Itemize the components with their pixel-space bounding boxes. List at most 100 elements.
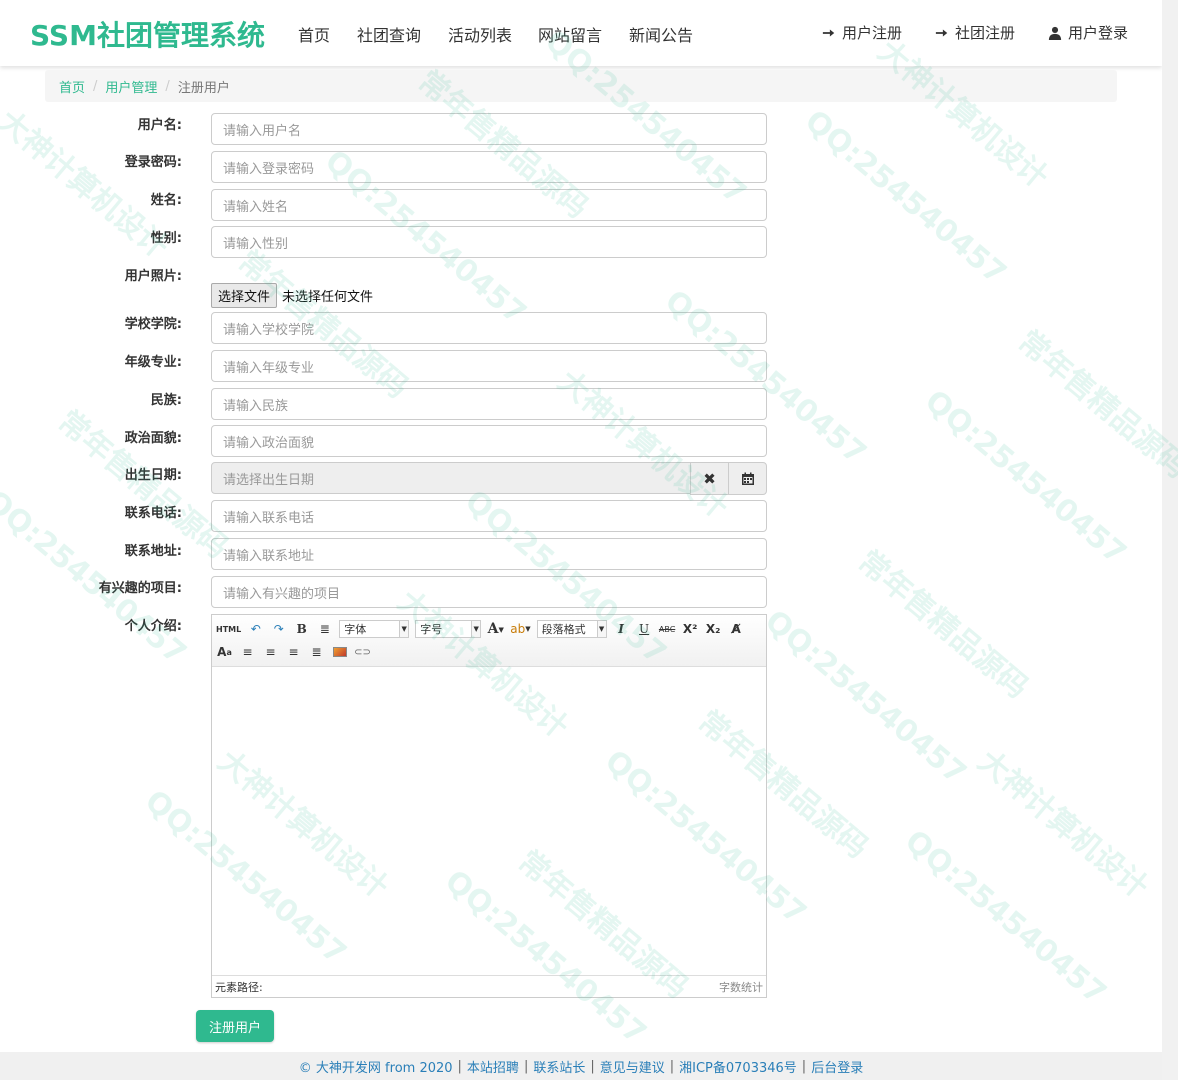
nav-activity-list[interactable]: 活动列表 [448, 22, 512, 46]
college-input[interactable]: 请输入学校学院 [211, 312, 767, 344]
rich-text-editor: HTML ↶ ↷ B ≣ 字体 ▼ 字号 ▼ A ▼ ab ▼ 段落格式 ▼ I U AB… [211, 614, 767, 998]
align-right-icon[interactable]: ≡ [262, 643, 279, 661]
breadcrumb-user-management[interactable]: 用户管理 [105, 77, 157, 96]
brand-logo[interactable]: SSM社团管理系统 [30, 14, 265, 54]
italic-button[interactable]: I [613, 620, 630, 638]
address-input[interactable]: 请输入联系地址 [211, 538, 767, 570]
breadcrumb: 首页 / 用户管理 / 注册用户 [45, 70, 1117, 102]
breadcrumb-current: 注册用户 [177, 80, 230, 96]
nav-user-register[interactable]: 用户注册 [822, 22, 902, 43]
photo-label: 用户照片: [124, 269, 182, 284]
nav-user-register-label: 用户注册 [842, 24, 903, 42]
html-source-button[interactable]: HTML [216, 620, 241, 638]
nav-home[interactable]: 首页 [298, 22, 330, 46]
image-icon[interactable] [331, 643, 348, 661]
username-input[interactable]: 请输入用户名 [211, 113, 767, 145]
calendar-icon [741, 472, 754, 485]
remove-format-icon[interactable]: A̸ [728, 620, 745, 638]
nav-user-login-label: 用户登录 [1068, 24, 1129, 42]
footer-divider: | [669, 1058, 675, 1074]
footer-link-contact[interactable]: 联系站长 [533, 1057, 585, 1076]
paragraph-format-value: 段落格式 [541, 623, 586, 636]
font-size-value: 字号 [420, 623, 443, 636]
nav-club-search[interactable]: 社团查询 [357, 22, 421, 46]
watermark-text: 常年售精品源码 [851, 543, 1035, 706]
highlight-icon[interactable]: ab ▼ [510, 620, 530, 638]
link-icon[interactable]: ⊂⊃ [354, 643, 371, 661]
breadcrumb-home[interactable]: 首页 [59, 77, 85, 96]
password-input[interactable]: 请输入登录密码 [211, 151, 767, 183]
align-center-icon[interactable]: ≡ [285, 643, 302, 661]
gender-input[interactable]: 请输入性别 [211, 226, 767, 258]
footer-divider: | [523, 1058, 529, 1074]
font-family-value: 字体 [344, 623, 367, 636]
footer-divider: | [801, 1058, 807, 1074]
font-size-adjust-icon[interactable]: Aa [216, 643, 233, 661]
nav-club-register[interactable]: 社团注册 [935, 22, 1015, 43]
gender-label: 性别: [150, 231, 182, 246]
interest-input[interactable]: 请输入有兴趣的项目 [211, 576, 767, 608]
font-family-select[interactable]: 字体 ▼ [339, 620, 410, 638]
element-path-label: 元素路径: [215, 980, 263, 994]
photo-file-picker: 选择文件 未选择任何文件 [211, 283, 373, 308]
sign-in-icon [822, 29, 835, 36]
birthday-label: 出生日期: [124, 468, 182, 483]
footer-link-icp[interactable]: 湘ICP备0703346号 [679, 1057, 797, 1076]
align-left-icon[interactable]: ≡ [239, 643, 256, 661]
username-label: 用户名: [137, 118, 182, 133]
underline-button[interactable]: U [636, 620, 653, 638]
watermark-text: QQ:254540457 [918, 383, 1133, 572]
chevron-down-icon: ▼ [596, 621, 606, 637]
editor-statusbar: 元素路径: 字数统计 [212, 975, 766, 997]
breadcrumb-separator: / [93, 78, 98, 94]
nav-guestbook[interactable]: 网站留言 [538, 22, 602, 46]
sign-in-icon [935, 29, 948, 36]
intro-label: 个人介绍: [124, 619, 182, 634]
subscript-button[interactable]: X₂ [705, 620, 722, 638]
format-clear-icon[interactable]: ≣ [316, 620, 333, 638]
major-label: 年级专业: [124, 355, 182, 370]
align-justify-icon[interactable]: ≣ [308, 643, 325, 661]
font-size-select[interactable]: 字号 ▼ [415, 620, 482, 638]
political-input[interactable]: 请输入政治面貌 [211, 425, 767, 457]
major-input[interactable]: 请输入年级专业 [211, 350, 767, 382]
political-label: 政治面貌: [124, 431, 182, 446]
phone-input[interactable]: 请输入联系电话 [211, 500, 767, 532]
superscript-button[interactable]: X² [682, 620, 699, 638]
redo-icon[interactable]: ↷ [270, 620, 287, 638]
footer-copyright: © 大神开发网 from 2020 [298, 1060, 453, 1076]
nav-club-register-label: 社团注册 [955, 24, 1016, 42]
paragraph-format-select[interactable]: 段落格式 ▼ [536, 620, 607, 638]
register-submit-button[interactable]: 注册用户 [196, 1010, 274, 1042]
choose-file-button[interactable]: 选择文件 [211, 283, 278, 308]
editor-toolbar: HTML ↶ ↷ B ≣ 字体 ▼ 字号 ▼ A ▼ ab ▼ 段落格式 ▼ I U AB… [212, 615, 766, 667]
font-color-icon[interactable]: A ▼ [487, 620, 504, 638]
address-label: 联系地址: [124, 544, 182, 559]
footer-link-admin[interactable]: 后台登录 [811, 1057, 863, 1076]
editor-content-area[interactable] [212, 667, 766, 976]
watermark-text: 大神计算机设计 [971, 743, 1155, 906]
ethnicity-label: 民族: [150, 393, 182, 408]
nav-user-login[interactable]: 用户登录 [1048, 22, 1128, 43]
scrollbar[interactable] [1162, 0, 1178, 1080]
page-footer: © 大神开发网 from 2020 | 本站招聘 | 联系站长 | 意见与建议 … [0, 1052, 1162, 1080]
chevron-down-icon: ▼ [471, 621, 481, 637]
undo-icon[interactable]: ↶ [247, 620, 264, 638]
password-label: 登录密码: [124, 155, 182, 170]
strikethrough-button[interactable]: ABC [659, 620, 676, 638]
birthday-input[interactable]: 请选择出生日期 [211, 462, 691, 494]
footer-link-jobs[interactable]: 本站招聘 [467, 1057, 519, 1076]
watermark-text: 常年售精品源码 [1011, 323, 1178, 486]
nav-news[interactable]: 新闻公告 [629, 22, 693, 46]
bold-button[interactable]: B [293, 620, 310, 638]
watermark-text: QQ:254540457 [798, 103, 1013, 292]
watermark-text: QQ:254540457 [898, 823, 1113, 1012]
calendar-button[interactable] [728, 462, 767, 495]
college-label: 学校学院: [124, 317, 182, 332]
footer-link-feedback[interactable]: 意见与建议 [600, 1057, 665, 1076]
name-label: 姓名: [150, 193, 182, 208]
clear-date-button[interactable]: ✖ [690, 462, 729, 495]
name-input[interactable]: 请输入姓名 [211, 189, 767, 221]
user-icon [1048, 26, 1062, 40]
ethnicity-input[interactable]: 请输入民族 [211, 388, 767, 420]
